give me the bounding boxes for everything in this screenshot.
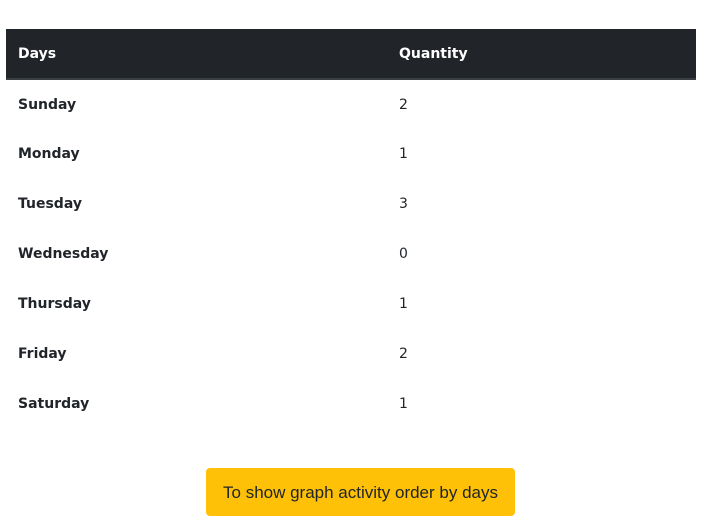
quantity-cell: 1 <box>399 146 408 162</box>
quantity-cell: 1 <box>399 296 408 312</box>
show-graph-button[interactable]: To show graph activity order by days <box>206 468 515 516</box>
table-row: Saturday 1 <box>6 379 696 429</box>
page: Days Quantity Sunday 2 Monday 1 Tuesday … <box>0 0 716 530</box>
quantity-cell: 2 <box>399 96 408 113</box>
action-bar: To show graph activity order by days <box>0 468 716 516</box>
activity-table: Days Quantity Sunday 2 Monday 1 Tuesday … <box>6 29 696 429</box>
table-row: Tuesday 3 <box>6 179 696 229</box>
quantity-cell: 2 <box>399 346 408 362</box>
day-cell: Friday <box>18 346 67 362</box>
quantity-cell: 1 <box>399 396 408 412</box>
day-cell: Thursday <box>18 296 91 312</box>
table-header-row: Days Quantity <box>6 29 696 80</box>
table-row: Thursday 1 <box>6 279 696 329</box>
table-body: Sunday 2 Monday 1 Tuesday 3 Wednesday 0 … <box>6 79 696 429</box>
activity-table-container: Days Quantity Sunday 2 Monday 1 Tuesday … <box>6 29 696 429</box>
table-row: Friday 2 <box>6 329 696 379</box>
day-cell: Sunday <box>18 96 77 113</box>
day-cell: Monday <box>18 146 80 162</box>
table-row: Wednesday 0 <box>6 229 696 279</box>
table-row: Monday 1 <box>6 129 696 179</box>
table-header: Days Quantity <box>6 29 696 80</box>
quantity-cell: 3 <box>399 196 408 212</box>
column-header-days: Days <box>6 29 387 80</box>
day-cell: Saturday <box>18 396 90 412</box>
quantity-cell: 0 <box>399 246 408 262</box>
day-cell: Wednesday <box>18 246 109 262</box>
day-cell: Tuesday <box>18 196 82 212</box>
column-header-quantity: Quantity <box>387 29 696 80</box>
table-row: Sunday 2 <box>6 79 696 129</box>
